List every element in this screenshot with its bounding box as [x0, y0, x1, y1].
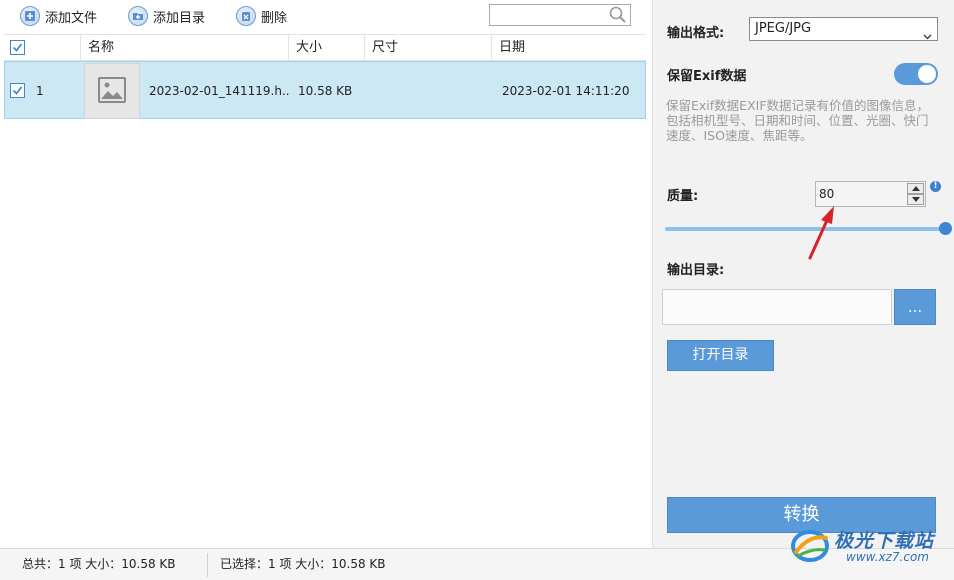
quality-decrement-button[interactable]	[907, 194, 924, 205]
add-directory-label: 添加目录	[153, 10, 206, 26]
image-placeholder-icon	[98, 77, 126, 103]
column-header-dimensions[interactable]: 尺寸	[364, 35, 491, 61]
info-icon[interactable]: !	[930, 181, 941, 192]
exif-description: 保留Exif数据EXIF数据记录有价值的图像信息，包括相机型号、日期和时间、位置…	[666, 98, 930, 143]
settings-panel: 输出格式: JPEG/JPG 保留Exif数据 保留Exif数据EXIF数据记录…	[652, 0, 954, 548]
annotation-arrow-icon	[808, 206, 834, 260]
exif-label: 保留Exif数据	[667, 69, 747, 84]
row-index: 1	[36, 84, 44, 98]
image-thumbnail	[84, 63, 140, 119]
search-icon[interactable]	[608, 6, 628, 28]
delete-icon	[236, 6, 256, 26]
output-directory-label: 输出目录:	[667, 263, 725, 278]
file-list-pane: 添加文件 添加目录 删除 名称 大小 尺寸 日期 1 2023-02-01_14…	[0, 0, 650, 548]
toolbar: 添加文件 添加目录 删除	[0, 0, 650, 33]
browse-button[interactable]: ...	[894, 289, 936, 325]
output-format-select[interactable]: JPEG/JPG	[749, 17, 938, 41]
column-header-name[interactable]: 名称	[80, 35, 288, 61]
quality-increment-button[interactable]	[907, 183, 924, 194]
search-input[interactable]	[489, 4, 631, 26]
file-size: 10.58 KB	[298, 84, 353, 98]
status-total: 总共：1 项 大小：10.58 KB	[22, 557, 176, 571]
output-format-value: JPEG/JPG	[755, 21, 812, 36]
column-header-date[interactable]: 日期	[491, 35, 646, 61]
status-selected: 已选择：1 项 大小：10.58 KB	[220, 557, 386, 571]
watermark-title: 极光下载站	[834, 530, 935, 552]
select-all-checkbox[interactable]	[10, 40, 25, 55]
quality-label: 质量:	[667, 189, 699, 204]
watermark-url: www.xz7.com	[846, 550, 929, 564]
status-divider	[207, 553, 208, 577]
column-header-size[interactable]: 大小	[288, 35, 364, 61]
table-row[interactable]: 1 2023-02-01_141119.h... 10.58 KB 2023-0…	[4, 61, 646, 119]
delete-button[interactable]: 删除	[236, 5, 287, 27]
add-folder-icon	[128, 6, 148, 26]
watermark: 极光下载站 www.xz7.com	[790, 524, 950, 568]
open-directory-button[interactable]: 打开目录	[667, 340, 774, 371]
output-format-label: 输出格式:	[667, 26, 725, 41]
toggle-knob	[918, 65, 936, 83]
add-directory-button[interactable]: 添加目录	[128, 5, 205, 27]
file-name: 2023-02-01_141119.h...	[149, 84, 289, 98]
table-header: 名称 大小 尺寸 日期	[4, 34, 646, 61]
add-file-icon	[20, 6, 40, 26]
add-file-label: 添加文件	[45, 10, 98, 26]
chevron-down-small-icon	[912, 197, 920, 202]
watermark-logo-icon	[791, 530, 829, 562]
row-checkbox[interactable]	[10, 83, 25, 98]
output-directory-input[interactable]	[662, 289, 892, 325]
quality-slider-thumb[interactable]	[939, 222, 952, 235]
chevron-down-icon	[923, 26, 932, 48]
chevron-up-icon	[912, 186, 920, 191]
file-date: 2023-02-01 14:11:20	[502, 84, 630, 98]
add-file-button[interactable]: 添加文件	[20, 5, 97, 27]
quality-value: 80	[819, 187, 835, 201]
exif-toggle[interactable]	[894, 63, 938, 85]
delete-label: 删除	[261, 10, 288, 26]
